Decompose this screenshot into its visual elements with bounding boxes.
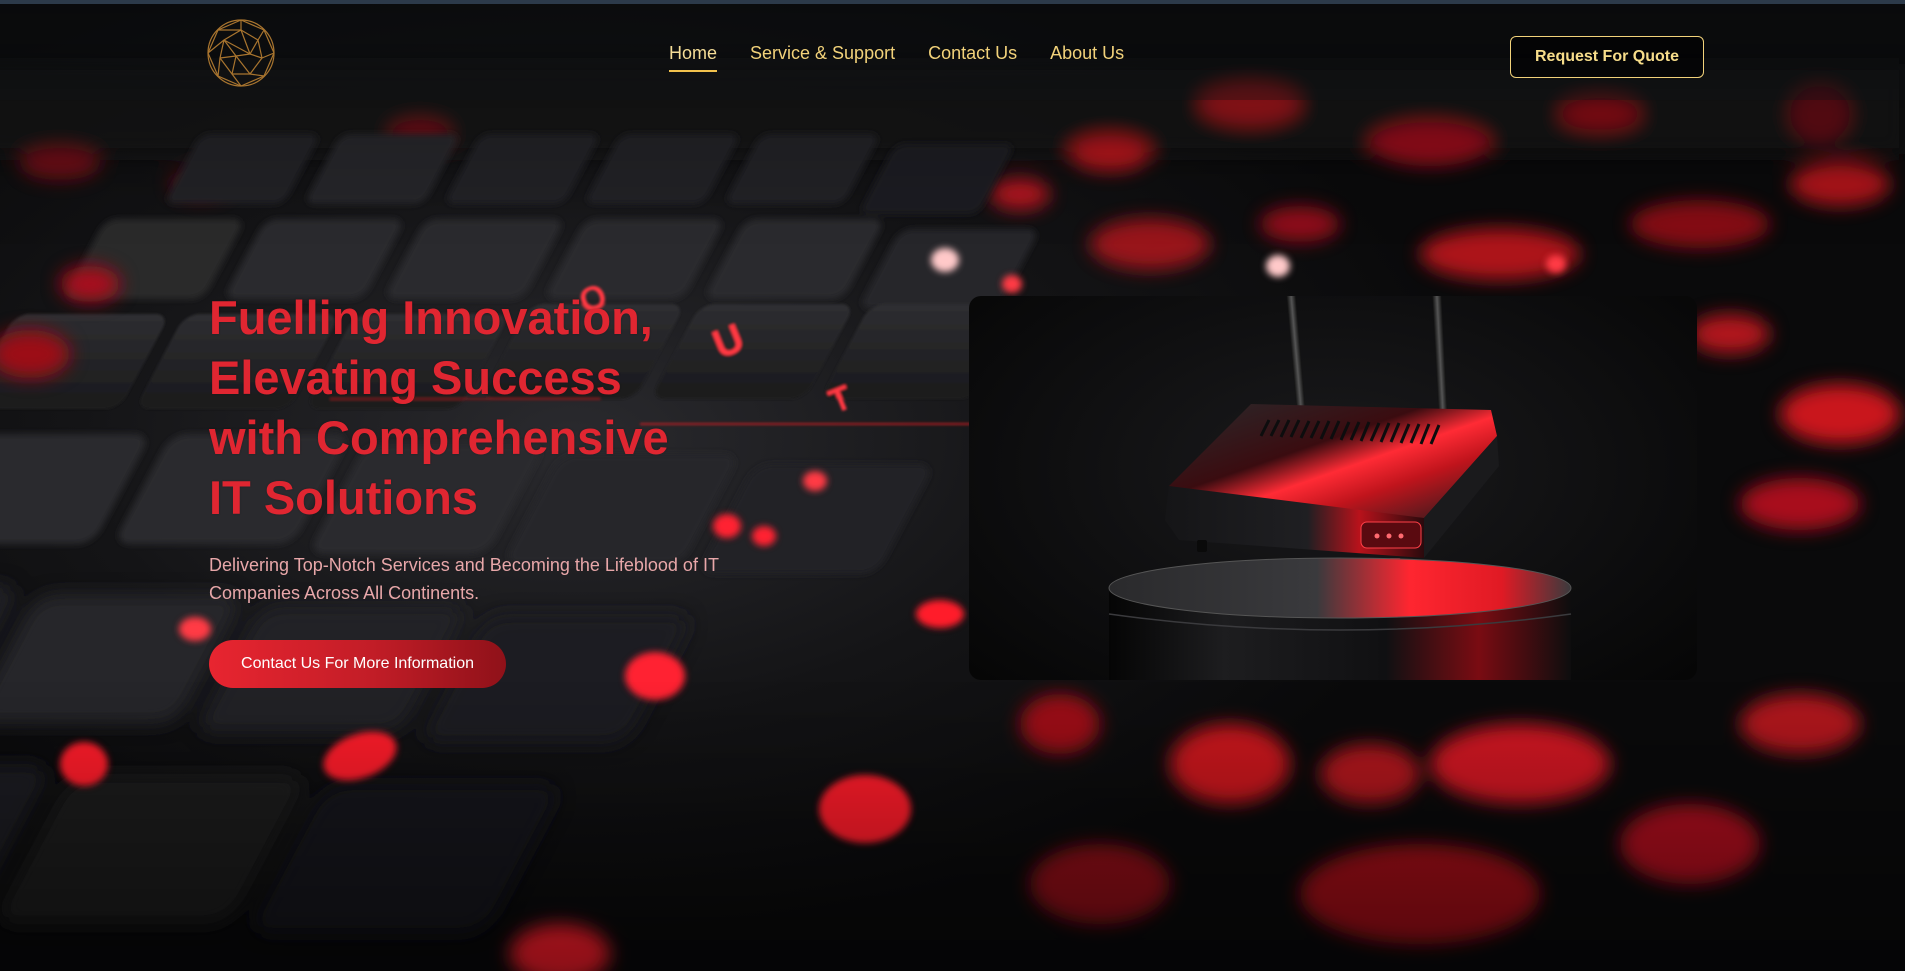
hero-title: Fuelling Innovation, Elevating Success w…: [209, 288, 769, 528]
nav-service-support[interactable]: Service & Support: [750, 42, 895, 72]
request-quote-button[interactable]: Request For Quote: [1510, 36, 1704, 78]
hero-title-line: IT Solutions: [209, 471, 478, 524]
contact-more-info-button[interactable]: Contact Us For More Information: [209, 640, 506, 688]
nav-home[interactable]: Home: [669, 42, 718, 72]
site-header: Home Service & Support Contact Us About …: [0, 4, 1905, 100]
hero-title-line: with Comprehensive: [209, 411, 669, 464]
hero-subtitle: Delivering Top-Notch Services and Becomi…: [209, 555, 719, 603]
hero-title-line: Fuelling Innovation,: [209, 291, 653, 344]
router-on-pedestal-image: [969, 296, 1697, 680]
nav-about-us[interactable]: About Us: [1050, 42, 1124, 72]
nav-contact-us[interactable]: Contact Us: [928, 42, 1017, 72]
globe-mesh-logo[interactable]: [206, 18, 276, 88]
hero-title-line: Elevating Success: [209, 351, 622, 404]
main-nav: Home Service & Support Contact Us About …: [669, 42, 1124, 72]
